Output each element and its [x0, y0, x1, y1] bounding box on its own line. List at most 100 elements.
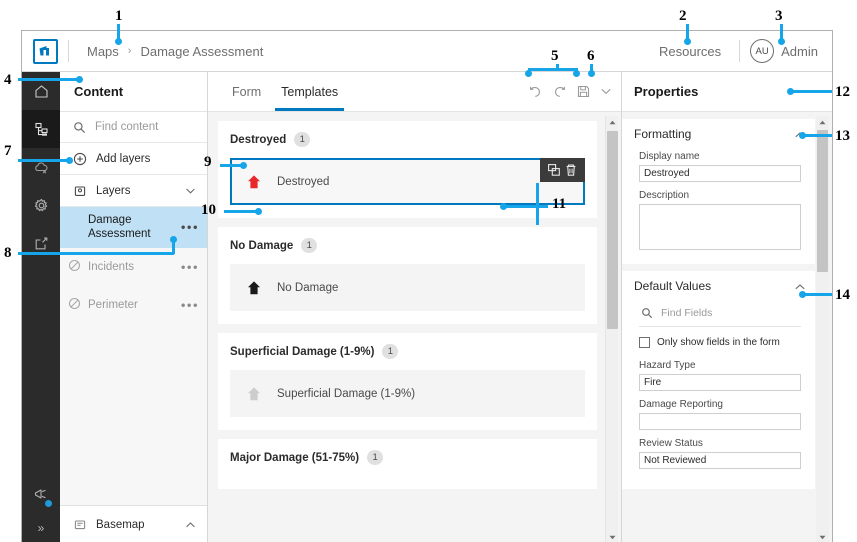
display-name-label: Display name: [639, 151, 801, 162]
only-show-fields-checkbox[interactable]: [639, 337, 650, 348]
layer-label: Perimeter: [88, 298, 138, 312]
scroll-up-arrow-icon[interactable]: [816, 116, 829, 128]
hidden-layer-icon: [68, 259, 81, 275]
center-tabs: Form Templates: [208, 72, 348, 111]
basemap-row[interactable]: Basemap: [60, 505, 207, 542]
template-group-count: 1: [382, 344, 398, 359]
review-status-field[interactable]: Not Reviewed: [639, 452, 801, 469]
callout-number-12: 12: [835, 84, 850, 101]
resources-link[interactable]: Resources: [645, 44, 735, 59]
template-group-title: Major Damage (51-75%): [230, 452, 359, 464]
formatting-section-header[interactable]: Formatting: [622, 119, 815, 149]
user-name-label[interactable]: Admin: [781, 44, 818, 59]
template-group-header: Superficial Damage (1-9%) 1: [230, 344, 585, 359]
breadcrumb: Maps › Damage Assessment: [87, 44, 263, 59]
home-icon: [33, 83, 50, 100]
template-card-destroyed[interactable]: Destroyed: [230, 158, 585, 205]
redo-icon[interactable]: [553, 86, 566, 98]
find-fields-row[interactable]: [639, 303, 801, 327]
review-status-label: Review Status: [639, 438, 801, 449]
default-values-section-header[interactable]: Default Values: [622, 271, 815, 301]
callout-number-13: 13: [835, 128, 850, 145]
chevron-down-icon[interactable]: [186, 185, 195, 197]
layer-options-icon[interactable]: •••: [181, 259, 199, 274]
find-content-row[interactable]: [60, 112, 207, 143]
header-right-group: Resources AU Admin: [645, 39, 832, 63]
breadcrumb-separator-icon: ›: [128, 45, 132, 57]
description-label: Description: [639, 190, 801, 201]
esri-logo-icon: [33, 39, 58, 64]
layers-icon: [73, 184, 87, 198]
callout-line-13: [802, 134, 832, 137]
properties-scrollbar-thumb[interactable]: [817, 130, 828, 272]
breadcrumb-current: Damage Assessment: [140, 44, 263, 59]
only-show-fields-row[interactable]: Only show fields in the form: [639, 337, 801, 348]
callout-dot-7: [66, 157, 73, 164]
chevron-up-icon[interactable]: [186, 519, 195, 531]
search-icon: [73, 121, 86, 134]
callout-dot-10: [255, 208, 262, 215]
tab-form[interactable]: Form: [222, 72, 271, 111]
basemap-label: Basemap: [96, 519, 145, 531]
description-field[interactable]: [639, 204, 801, 250]
hazard-type-field[interactable]: Fire: [639, 374, 801, 391]
save-icon[interactable]: [577, 85, 590, 98]
layer-label: Damage Assessment: [88, 213, 160, 242]
chevron-down-icon[interactable]: [601, 88, 611, 95]
scroll-down-arrow-icon[interactable]: [606, 531, 619, 542]
add-layers-row[interactable]: Add layers: [60, 143, 207, 175]
templates-list: Destroyed 1 Destroyed: [208, 112, 621, 542]
rail-expand-button[interactable]: »: [22, 513, 60, 542]
scroll-up-arrow-icon[interactable]: [606, 116, 619, 128]
rail-item-share[interactable]: [22, 224, 60, 262]
layer-item-perimeter[interactable]: Perimeter •••: [60, 286, 207, 324]
avatar[interactable]: AU: [750, 39, 774, 63]
template-group-header: No Damage 1: [230, 238, 585, 253]
template-card-label: Superficial Damage (1-9%): [277, 388, 415, 400]
callout-line-8a: [18, 252, 174, 255]
center-scrollbar-thumb[interactable]: [607, 131, 618, 329]
display-name-field[interactable]: Destroyed: [639, 165, 801, 182]
layer-options-icon[interactable]: •••: [181, 220, 199, 235]
callout-line-10: [224, 210, 259, 213]
callout-dot-1: [115, 38, 122, 45]
app-logo[interactable]: [22, 31, 68, 72]
properties-scrollbar[interactable]: [816, 116, 829, 542]
callout-line-4: [18, 78, 80, 81]
callout-number-10: 10: [201, 202, 216, 219]
rail-item-settings[interactable]: [22, 186, 60, 224]
breadcrumb-root[interactable]: Maps: [87, 44, 119, 59]
duplicate-icon[interactable]: [547, 163, 561, 177]
callout-number-3: 3: [775, 8, 783, 25]
template-card-no-damage[interactable]: No Damage: [230, 264, 585, 311]
default-values-section: Default Values: [622, 271, 815, 489]
callout-line-11b: [536, 183, 539, 225]
rail-item-form-builder[interactable]: [22, 110, 60, 148]
layer-options-icon[interactable]: •••: [181, 297, 199, 312]
tab-templates[interactable]: Templates: [271, 72, 348, 111]
callout-dot-13: [799, 132, 806, 139]
callout-line-12: [790, 90, 832, 93]
content-panel-filler: [60, 324, 207, 505]
callout-dot-3: [778, 38, 785, 45]
layers-row[interactable]: Layers: [60, 175, 207, 207]
callout-dot-11: [500, 203, 507, 210]
callout-number-6: 6: [587, 48, 595, 65]
layer-item-damage-assessment[interactable]: Damage Assessment •••: [60, 207, 207, 248]
find-fields-input[interactable]: [661, 307, 781, 319]
rail-item-offline[interactable]: [22, 148, 60, 186]
template-card-superficial-damage[interactable]: Superficial Damage (1-9%): [230, 370, 585, 417]
search-input[interactable]: [95, 121, 190, 133]
delete-trash-icon[interactable]: [564, 163, 578, 177]
damage-reporting-label: Damage Reporting: [639, 399, 801, 410]
damage-reporting-field[interactable]: [639, 413, 801, 430]
undo-icon[interactable]: [529, 86, 542, 98]
hazard-type-label: Hazard Type: [639, 360, 801, 371]
scroll-down-arrow-icon[interactable]: [816, 531, 829, 542]
callout-dot-5b: [573, 70, 580, 77]
house-symbol-icon: [244, 172, 263, 191]
rail-item-announcements[interactable]: [22, 475, 60, 513]
center-scrollbar[interactable]: [605, 116, 618, 542]
house-symbol-icon: [244, 384, 263, 403]
settings-gear-icon: [33, 197, 50, 214]
